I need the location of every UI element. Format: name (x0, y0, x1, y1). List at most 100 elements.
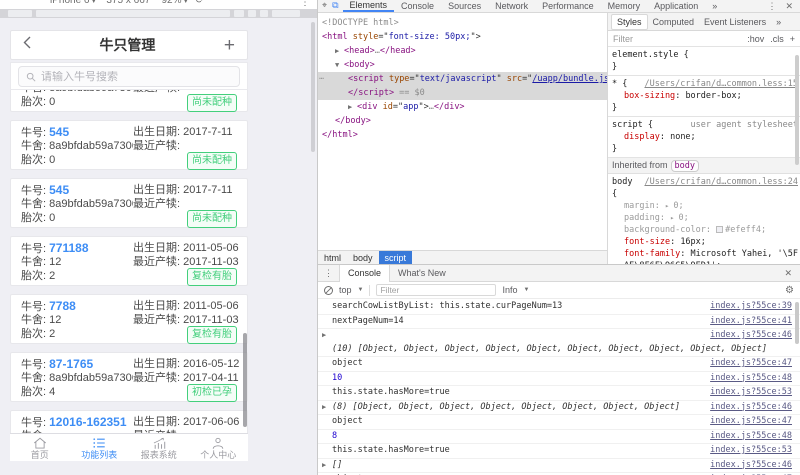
kebab-menu-icon[interactable]: ⋮ (318, 268, 339, 279)
stylesheet-link[interactable]: /Users/crifan/d…common.less:15 (644, 78, 798, 90)
close-icon[interactable]: ✕ (784, 268, 800, 279)
device-zoom-select[interactable]: 92% (161, 0, 181, 6)
media-query-segment[interactable] (36, 10, 230, 17)
dom-tree-node[interactable]: </html> (318, 128, 607, 142)
media-query-segment[interactable] (272, 10, 300, 17)
source-link[interactable]: index.js?55ce:39 (702, 300, 792, 314)
console-scrollbar[interactable] (795, 302, 799, 344)
css-property[interactable]: padding: ▸ 0; (612, 212, 798, 224)
clear-console-icon[interactable] (324, 285, 333, 295)
styles-scrollbar[interactable] (795, 55, 799, 165)
breadcrumb-item-script[interactable]: script (378, 250, 413, 265)
media-query-segment[interactable] (260, 10, 268, 17)
expand-arrow-icon[interactable]: ▶ (348, 100, 357, 114)
expand-arrow-icon[interactable]: ▶ (322, 329, 326, 343)
css-property[interactable]: font-family: Microsoft Yahei, '\5FAE\8F6… (612, 248, 798, 264)
list-item[interactable]: 牛号: 出生日期: 牛舍: 8a9bfdab59a7306...最近产犊: 胎次… (10, 90, 248, 112)
list-item[interactable]: 牛号: 7788 出生日期: 2011-05-06 牛舍: 12 最近产犊: 2017… (10, 294, 248, 344)
color-swatch[interactable] (716, 226, 724, 233)
source-link[interactable]: index.js?55ce:46 (702, 401, 792, 415)
source-link[interactable]: index.js?55ce:48 (702, 372, 792, 386)
search-input[interactable] (41, 70, 232, 83)
css-property[interactable]: display: none; (612, 131, 798, 143)
tab-首页[interactable]: 首页 (10, 434, 70, 461)
cow-number[interactable]: 牛号: 7788 (21, 299, 76, 313)
cow-number[interactable]: 牛号: 12016-162351 (21, 415, 127, 429)
expand-arrow-icon[interactable]: ▶ (322, 401, 326, 415)
breadcrumb-item-html[interactable]: html (318, 251, 347, 265)
dom-tree-node[interactable]: ▶ <div id="app">…</div> (318, 100, 607, 114)
inherited-node-chip[interactable]: body (670, 160, 700, 172)
list-item[interactable]: 牛号: 545 出生日期: 2017-7-11 牛舍: 8a9bfdab59a730… (10, 120, 248, 170)
media-query-segment[interactable] (8, 10, 32, 17)
list-scrollbar[interactable] (243, 333, 247, 427)
tab-报表系统[interactable]: 报表系统 (129, 434, 189, 461)
console-tab-console[interactable]: Console (339, 264, 391, 282)
close-icon[interactable]: ✕ (785, 1, 793, 12)
source-link[interactable]: index.js?55ce:46 (702, 459, 792, 473)
tab-个人中心[interactable]: 个人中心 (189, 434, 249, 461)
expand-arrow-icon[interactable]: ▶ (335, 44, 344, 58)
dom-tree-node[interactable]: </script> == $0 (318, 86, 607, 100)
console-context-select[interactable]: top (339, 285, 352, 295)
devtools-tab-»[interactable]: » (705, 0, 724, 12)
dom-tree-node[interactable]: <!DOCTYPE html> (318, 16, 607, 30)
dom-tree-node[interactable]: ⋯ <script type="text/javascript" src="/ua… (318, 72, 607, 86)
styles-toolbar-control[interactable]: :hov (747, 34, 764, 44)
css-selector[interactable]: script { (612, 119, 653, 131)
css-property[interactable]: box-sizing: border-box; (612, 90, 798, 102)
css-property[interactable]: background-color: #efeff4; (612, 224, 798, 236)
source-link[interactable]: index.js?55ce:47 (702, 357, 792, 371)
styles-toolbar-control[interactable]: + (790, 34, 795, 44)
cow-number[interactable]: 牛号: 545 (21, 125, 69, 139)
devtools-tab-elements[interactable]: Elements (342, 0, 395, 12)
css-property[interactable]: font-size: 16px; (612, 236, 798, 248)
list-item[interactable]: 牛号: 771188 出生日期: 2011-05-06 牛舍: 12 最近产犊: 20… (10, 236, 248, 286)
source-link[interactable]: index.js?55ce:53 (702, 386, 792, 400)
css-selector[interactable]: * { (612, 78, 627, 90)
devtools-tab-console[interactable]: Console (394, 0, 441, 12)
cow-number[interactable]: 牛号: 87-1765 (21, 357, 93, 371)
resource-link[interactable]: /uapp/bundle.js (532, 74, 607, 84)
styles-tab-»[interactable]: » (771, 15, 786, 29)
dom-tree-node[interactable]: <html style="font-size: 50px;"> (318, 30, 607, 44)
css-selector[interactable]: element.style { (612, 49, 689, 61)
expand-arrow-icon[interactable]: ▸ (670, 214, 678, 222)
inspect-element-icon[interactable]: ⌖ (322, 0, 327, 11)
devtools-tab-network[interactable]: Network (488, 0, 535, 12)
expand-arrow-icon[interactable]: ▶ (322, 459, 326, 473)
cow-number[interactable]: 牛号: 771188 (21, 241, 89, 255)
dom-tree-node[interactable]: </body> (318, 114, 607, 128)
stylesheet-link[interactable]: /Users/crifan/d…common.less:24 (644, 176, 798, 188)
dom-tree-node[interactable]: ▼ <body> (318, 58, 607, 72)
console-filter-input[interactable] (376, 284, 497, 296)
styles-tab-computed[interactable]: Computed (648, 15, 700, 29)
expand-arrow-icon[interactable]: ▼ (335, 58, 344, 72)
css-property[interactable]: margin: ▸ 0; (612, 200, 798, 212)
list-item[interactable]: 牛号: 545 出生日期: 2017-7-11 牛舍: 8a9bfdab59a730… (10, 178, 248, 228)
kebab-menu-icon[interactable]: ⋮ (767, 1, 776, 12)
console-level-select[interactable]: Info (502, 285, 517, 295)
source-link[interactable]: index.js?55ce:48 (702, 430, 792, 444)
viewport-scrollbar[interactable] (311, 22, 315, 152)
source-link[interactable]: index.js?55ce:53 (702, 444, 792, 458)
devtools-tab-performance[interactable]: Performance (535, 0, 601, 12)
styles-tab-event-listeners[interactable]: Event Listeners (699, 15, 771, 29)
styles-toolbar-control[interactable]: .cls (770, 34, 784, 44)
devtools-tab-sources[interactable]: Sources (441, 0, 488, 12)
cow-number[interactable]: 牛号: 545 (21, 183, 69, 197)
list-item[interactable]: 牛号: 87-1765 出生日期: 2016-05-12 牛舍: 8a9bfdab5… (10, 352, 248, 402)
gear-icon[interactable]: ⚙ (785, 285, 794, 296)
add-button[interactable]: + (224, 36, 235, 55)
styles-tab-styles[interactable]: Styles (611, 13, 648, 30)
devtools-tab-memory[interactable]: Memory (601, 0, 648, 12)
tab-功能列表[interactable]: 功能列表 (70, 434, 130, 461)
console-tab-what-s-new[interactable]: What's New (390, 265, 454, 282)
expand-arrow-icon[interactable]: ▸ (665, 202, 673, 210)
css-selector[interactable]: body (612, 176, 632, 188)
dom-tree-node[interactable]: ▶ <head>…</head> (318, 44, 607, 58)
source-link[interactable]: index.js?55ce:41 (702, 315, 792, 329)
media-query-segment[interactable] (248, 10, 256, 17)
devtools-tab-application[interactable]: Application (647, 0, 705, 12)
device-select[interactable]: iPhone 6 (50, 0, 89, 6)
